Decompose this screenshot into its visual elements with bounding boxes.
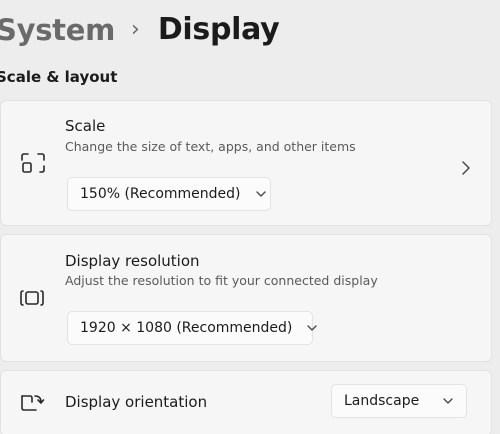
scale-dropdown[interactable]: 150% (Recommended): [67, 177, 271, 211]
display-orientation-dropdown[interactable]: Landscape: [331, 384, 467, 418]
display-settings-page: System › Display Scale & layout Scale Ch…: [0, 0, 500, 434]
display-resolution-dropdown-value: 1920 × 1080 (Recommended): [80, 320, 293, 336]
page-title: Display: [157, 12, 280, 47]
scale-dropdown-value: 150% (Recommended): [80, 186, 241, 202]
scale-title: Scale: [65, 117, 106, 135]
display-orientation-card: Display orientation Landscape: [0, 370, 492, 434]
display-resolution-dropdown[interactable]: 1920 × 1080 (Recommended): [67, 311, 318, 345]
display-orientation-title: Display orientation: [65, 393, 208, 411]
breadcrumb: System › Display: [0, 12, 280, 47]
display-resolution-icon: [19, 287, 45, 309]
breadcrumb-system-link[interactable]: System: [0, 13, 115, 47]
display-resolution-card: Display resolution Adjust the resolution…: [0, 234, 492, 362]
chevron-down-icon: [307, 325, 318, 331]
display-resolution-description: Adjust the resolution to fit your connec…: [65, 273, 378, 288]
chevron-down-icon: [443, 398, 453, 404]
chevron-right-icon[interactable]: [461, 161, 471, 175]
display-orientation-dropdown-value: Landscape: [344, 393, 420, 409]
breadcrumb-separator: ›: [131, 17, 140, 42]
scale-card[interactable]: Scale Change the size of text, apps, and…: [0, 100, 492, 226]
scale-icon: [20, 152, 46, 174]
scale-description: Change the size of text, apps, and other…: [65, 139, 356, 154]
display-orientation-icon: [19, 392, 45, 414]
display-resolution-title: Display resolution: [65, 252, 200, 270]
section-title-scale-layout: Scale & layout: [0, 68, 118, 86]
chevron-down-icon: [255, 191, 266, 197]
